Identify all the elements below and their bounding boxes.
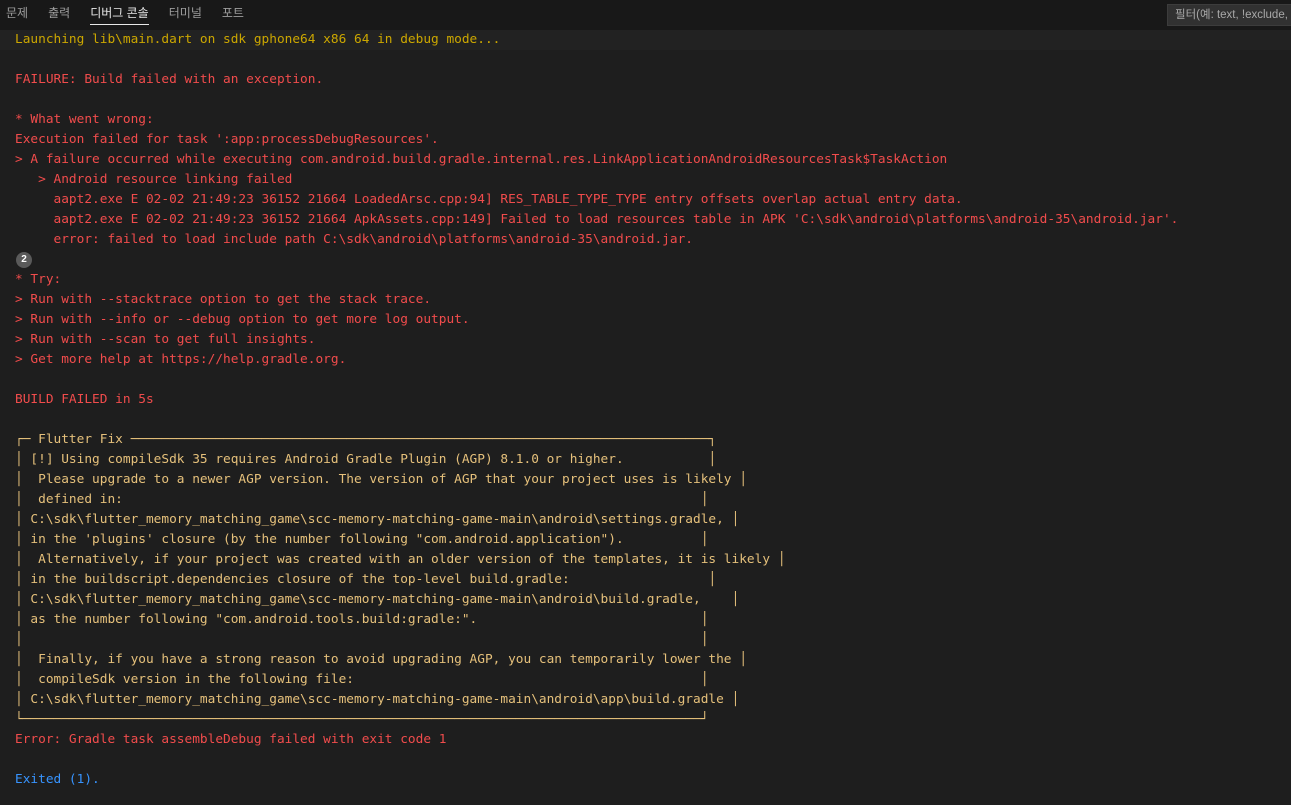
console-line-fix: │ [!] Using compileSdk 35 requires Andro… (15, 452, 717, 467)
filter-box (1167, 4, 1291, 26)
console-line-fix: │ defined in: │ (15, 492, 709, 507)
console-line-error: > Android resource linking failed (15, 172, 293, 187)
console-line-fix: │ C:\sdk\flutter_memory_matching_game\sc… (15, 692, 740, 707)
console-line-fix: ┌─ Flutter Fix ─────────────────────────… (15, 432, 717, 447)
console-line-fix: │ in the 'plugins' closure (by the numbe… (15, 532, 709, 547)
console-line-error: * Try: (15, 272, 62, 287)
console-line-fix: │ Finally, if you have a strong reason t… (15, 652, 747, 667)
console-line-fix: │ Please upgrade to a newer AGP version.… (15, 472, 747, 487)
tab-output[interactable]: 출력 (48, 5, 70, 25)
filter-input[interactable] (1168, 5, 1291, 25)
tab-debug-console[interactable]: 디버그 콘솔 (90, 5, 149, 25)
console-line-error: > Run with --stacktrace option to get th… (15, 292, 432, 307)
console-line-error: Execution failed for task ':app:processD… (15, 132, 439, 147)
console-line-error: FAILURE: Build failed with an exception. (15, 72, 324, 87)
panel-header: 문제 출력 디버그 콘솔 터미널 포트 (0, 0, 1291, 30)
console-line-error: aapt2.exe E 02-02 21:49:23 36152 21664 L… (15, 192, 963, 207)
tab-problems[interactable]: 문제 (6, 5, 28, 25)
debug-console-output[interactable]: Launching lib\main.dart on sdk gphone64 … (0, 30, 1291, 805)
console-line-error: BUILD FAILED in 5s (15, 392, 154, 407)
tab-terminal[interactable]: 터미널 (169, 5, 202, 25)
console-line-fix: │ C:\sdk\flutter_memory_matching_game\sc… (15, 592, 740, 607)
console-line-fix: └───────────────────────────────────────… (15, 712, 709, 727)
console-line-fix: │ in the buildscript.dependencies closur… (15, 572, 717, 587)
tab-ports[interactable]: 포트 (222, 5, 244, 25)
console-line-fix: │ as the number following "com.android.t… (15, 612, 709, 627)
repeat-count-badge: 2 (16, 252, 32, 268)
console-line-error: aapt2.exe E 02-02 21:49:23 36152 21664 A… (15, 212, 1179, 227)
console-line-error: > Get more help at https://help.gradle.o… (15, 352, 347, 367)
console-line-error: * What went wrong: (15, 112, 154, 127)
console-line-fix: │ compileSdk version in the following fi… (15, 672, 709, 687)
console-line-fix: │ Alternatively, if your project was cre… (15, 552, 786, 567)
console-line-fix: │ │ (15, 632, 709, 647)
console-line-error: Error: Gradle task assembleDebug failed … (15, 732, 447, 747)
console-line-fix: │ C:\sdk\flutter_memory_matching_game\sc… (15, 512, 740, 527)
console-line-launch: Launching lib\main.dart on sdk gphone64 … (15, 32, 501, 47)
console-line-error: > A failure occurred while executing com… (15, 152, 948, 167)
console-line-error: error: failed to load include path C:\sd… (15, 232, 693, 247)
console-line-error: > Run with --scan to get full insights. (15, 332, 316, 347)
console-line-error: > Run with --info or --debug option to g… (15, 312, 470, 327)
panel-tabs: 문제 출력 디버그 콘솔 터미널 포트 (0, 0, 258, 30)
console-line-exited: Exited (1). (15, 772, 100, 787)
